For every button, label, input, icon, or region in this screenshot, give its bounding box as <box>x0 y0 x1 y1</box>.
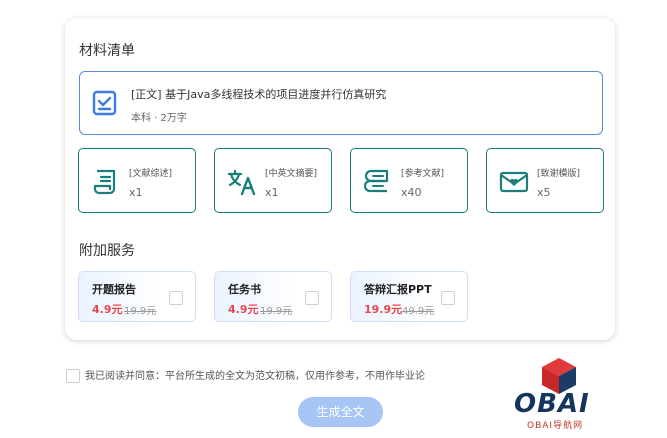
material-count: x5 <box>537 186 551 199</box>
material-abstract[interactable]: [中英文摘要] x1 <box>214 148 332 213</box>
document-scroll-icon <box>93 169 116 195</box>
material-label: [文献综述] <box>129 169 173 179</box>
service-original-price: 49.9元 <box>402 306 435 317</box>
material-count: x1 <box>265 186 279 199</box>
materials-section-title: 材料清单 <box>79 43 135 59</box>
generate-fulltext-button[interactable]: 生成全文 <box>298 397 383 427</box>
service-checkbox[interactable] <box>441 291 455 305</box>
service-name: 任务书 <box>228 283 261 296</box>
service-price: 4.9元 <box>228 303 259 316</box>
services-section-title: 附加服务 <box>79 243 135 259</box>
document-check-icon <box>92 90 117 116</box>
main-document-title: [正文] 基于Java多线程技术的项目进度并行仿真研究 <box>131 88 387 101</box>
material-label: [参考文献] <box>401 169 445 179</box>
watermark-subtitle: OBAI导航网 <box>527 421 584 431</box>
service-name: 开题报告 <box>92 283 136 296</box>
material-label: [中英文摘要] <box>265 169 318 179</box>
service-task-book[interactable]: 任务书 4.9元 19.9元 <box>214 271 332 322</box>
service-original-price: 19.9元 <box>124 306 157 317</box>
service-name: 答辩汇报PPT <box>364 283 432 296</box>
material-acknowledgement[interactable]: [致谢模版] x5 <box>486 148 604 213</box>
agreement-text: 我已阅读并同意：平台所生成的全文为范文初稿，仅用作参考，不用作毕业论 <box>85 371 425 382</box>
watermark-brand: OBAI <box>514 389 590 419</box>
service-checkbox[interactable] <box>305 291 319 305</box>
service-original-price: 19.9元 <box>260 306 293 317</box>
service-price: 19.9元 <box>364 303 403 316</box>
thank-you-envelope-icon <box>499 171 529 193</box>
material-literature-review[interactable]: [文献综述] x1 <box>78 148 196 213</box>
order-card: 材料清单 [正文] 基于Java多线程技术的项目进度并行仿真研究 本科 · 2万… <box>65 18 615 340</box>
main-document-card[interactable]: [正文] 基于Java多线程技术的项目进度并行仿真研究 本科 · 2万字 <box>79 71 603 135</box>
obai-watermark-logo: OBAI OBAI导航网 <box>511 356 606 436</box>
service-proposal-report[interactable]: 开题报告 4.9元 19.9元 <box>78 271 196 322</box>
material-label: [致谢模版] <box>537 169 581 179</box>
material-count: x1 <box>129 186 143 199</box>
service-defense-ppt[interactable]: 答辩汇报PPT 19.9元 49.9元 <box>350 271 468 322</box>
reference-book-icon <box>363 169 389 193</box>
main-document-subtitle: 本科 · 2万字 <box>131 113 187 124</box>
service-price: 4.9元 <box>92 303 123 316</box>
agreement-checkbox[interactable] <box>66 369 80 383</box>
material-count: x40 <box>401 186 422 199</box>
translate-icon <box>227 169 256 196</box>
material-references[interactable]: [参考文献] x40 <box>350 148 468 213</box>
service-checkbox[interactable] <box>169 291 183 305</box>
